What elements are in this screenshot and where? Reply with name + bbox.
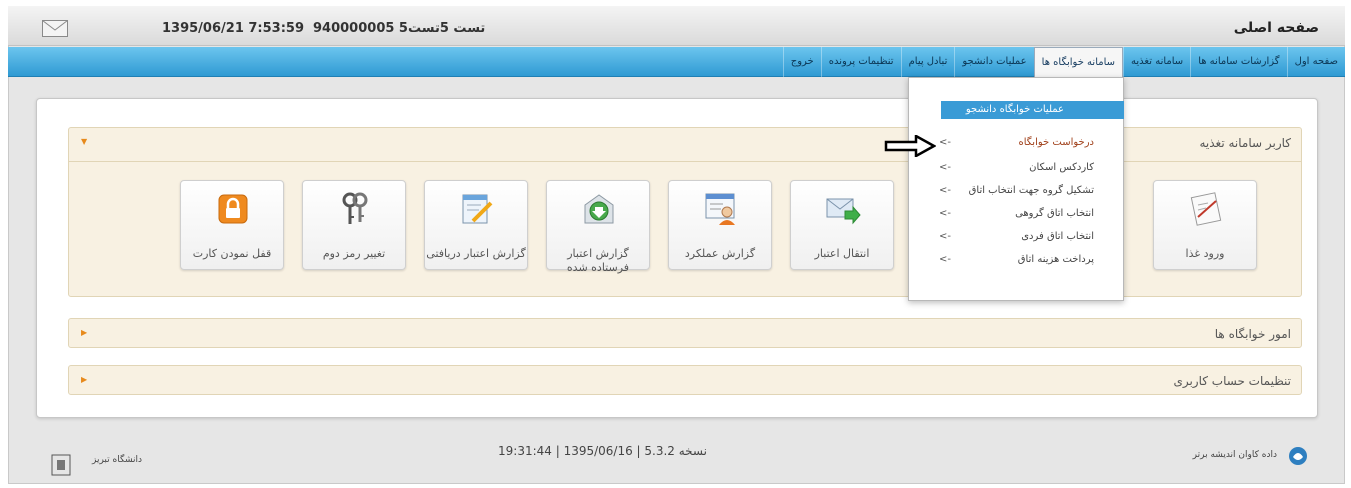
nav-home[interactable]: صفحه اول (1286, 47, 1345, 77)
nav-dorm-system[interactable]: سامانه خوابگاه ها (1033, 47, 1124, 77)
dd-item-single-room[interactable]: <- انتخاب اتاق فردی (929, 227, 1119, 247)
company-logo-icon (1289, 447, 1307, 465)
footer-version: 19:31:44 | 1395/06/16 | 5.3.2 نسخه (498, 444, 707, 458)
nutrition-section-title: کاربر سامانه تغذیه (1199, 136, 1291, 150)
meal-entry-icon (1190, 192, 1222, 226)
tile-performance-report[interactable]: گزارش عملکرد (668, 180, 772, 270)
dropdown-header: عملیات خوابگاه دانشجو (941, 101, 1124, 119)
tile-received-credit-report[interactable]: گزارش اعتبار دریافتی (424, 180, 528, 270)
arrow-left-icon: <- (939, 162, 951, 173)
tile-change-second-password[interactable]: تغییر رمز دوم (302, 180, 406, 270)
received-credit-report-icon (462, 194, 493, 224)
tile-label: قفل نمودن کارت (192, 247, 272, 260)
tile-meal-entry[interactable]: ورود غذا (1153, 180, 1257, 270)
nav-logout[interactable]: خروج (782, 47, 821, 77)
main-nav: صفحه اول گزارشات سامانه ها سامانه تغذیه … (8, 47, 1345, 77)
dorm-dropdown-menu: عملیات خوابگاه دانشجو <- درخواست خوابگاه… (908, 77, 1124, 301)
dd-item-dorm-request[interactable]: <- درخواست خوابگاه (929, 133, 1119, 153)
dorm-affairs-title: امور خوابگاه ها (1214, 327, 1291, 341)
nav-profile-settings[interactable]: تنظیمات پرونده (820, 47, 901, 77)
sent-credit-report-icon (584, 194, 614, 224)
caret-right-icon: ▶ (81, 375, 88, 384)
mail-icon[interactable] (42, 20, 68, 37)
top-header: 1395/06/21 7:53:59 940000005 5تست 5تست ص… (8, 6, 1345, 46)
page-title: صفحه اصلی (1233, 20, 1319, 36)
footer-university: دانشگاه تبریز (92, 455, 142, 465)
caret-down-icon: ▼ (81, 137, 88, 146)
arrow-left-icon: <- (939, 231, 951, 242)
header-datetime: 1395/06/21 7:53:59 (162, 21, 305, 36)
arrow-left-icon: <- (939, 137, 951, 148)
nav-student-operations[interactable]: عملیات دانشجو (954, 47, 1033, 77)
credit-transfer-icon (826, 198, 861, 225)
tile-label: گزارش عملکرد (684, 247, 756, 260)
dd-item-pay-room-fee[interactable]: <- پرداخت هزینه اتاق (929, 250, 1119, 270)
tile-label: گزارش اعتبار دریافتی (426, 247, 526, 260)
arrow-left-icon: <- (939, 185, 951, 196)
arrow-left-icon: <- (939, 208, 951, 219)
dd-item-group-room[interactable]: <- انتخاب اتاق گروهی (929, 204, 1119, 224)
lock-icon (218, 194, 248, 224)
caret-right-icon: ▶ (81, 328, 88, 337)
tile-sent-credit-report[interactable]: گزارش اعتبار فرستاده شده (546, 180, 650, 274)
tile-label: تغییر رمز دوم (322, 247, 386, 260)
keys-icon (342, 192, 368, 224)
nav-message-exchange[interactable]: تبادل پیام (900, 47, 955, 77)
nav-nutrition-system[interactable]: سامانه تغذیه (1123, 47, 1190, 77)
tile-label: انتقال اعتبار (814, 247, 870, 260)
tile-label: ورود غذا (1185, 247, 1225, 260)
dorm-affairs-accordion[interactable]: ▶ امور خوابگاه ها (68, 318, 1302, 348)
tile-label: گزارش اعتبار فرستاده شده (566, 247, 630, 274)
header-user-info: 940000005 5تست 5تست (313, 21, 486, 36)
arrow-left-icon: <- (939, 254, 951, 265)
footer-company: داده کاوان اندیشه برتر (1192, 450, 1277, 460)
account-settings-accordion[interactable]: ▶ تنظیمات حساب کاربری (68, 365, 1302, 395)
university-logo-icon (51, 454, 71, 476)
dd-item-housing-cardex[interactable]: <- کاردکس اسکان (929, 158, 1119, 178)
nav-system-reports[interactable]: گزارشات سامانه ها (1190, 47, 1286, 77)
tile-lock-card[interactable]: قفل نمودن کارت (180, 180, 284, 270)
tile-credit-transfer[interactable]: انتقال اعتبار (790, 180, 894, 270)
account-settings-title: تنظیمات حساب کاربری (1173, 374, 1291, 388)
performance-report-icon (705, 193, 735, 225)
pointer-arrow-icon (884, 135, 936, 157)
dd-item-form-group[interactable]: <- تشکیل گروه جهت انتخاب اتاق (929, 181, 1119, 201)
